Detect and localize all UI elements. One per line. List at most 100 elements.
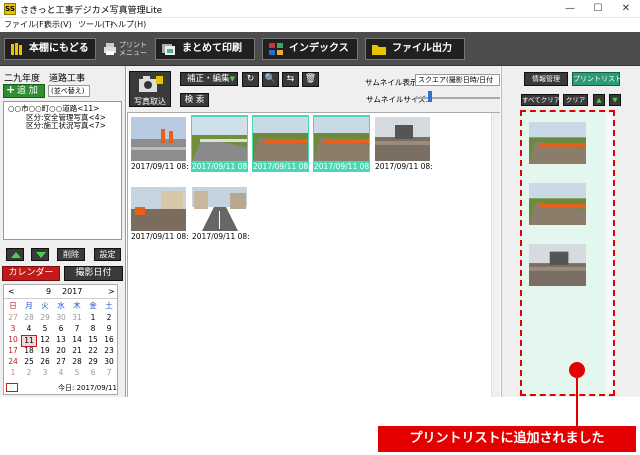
calendar-day[interactable]: 6 <box>53 324 69 334</box>
photo-thumbnail[interactable]: 2017/09/11 08: <box>374 115 433 172</box>
menu-file[interactable]: ファイル(F) <box>4 19 47 30</box>
menu-help[interactable]: ヘルプ(H) <box>110 19 146 30</box>
photo-thumbnail[interactable]: 2017/09/11 08: <box>130 185 189 242</box>
calendar-day[interactable]: 4 <box>21 324 37 334</box>
calendar-day[interactable]: 29 <box>37 313 53 323</box>
photo-thumbnail[interactable]: 2017/09/11 08: <box>191 185 250 242</box>
menu-view[interactable]: 表示(V) <box>44 19 72 30</box>
calendar-day[interactable]: 8 <box>85 324 101 334</box>
calendar-day[interactable]: 18 <box>21 346 37 356</box>
calendar-day[interactable]: 26 <box>37 357 53 367</box>
calendar-day[interactable]: 4 <box>53 368 69 378</box>
calendar-day[interactable]: 7 <box>69 324 85 334</box>
calendar-next-button[interactable]: > <box>108 287 115 296</box>
calendar-day[interactable]: 19 <box>37 346 53 356</box>
calendar-day[interactable]: 25 <box>21 357 37 367</box>
calendar-day[interactable]: 31 <box>69 313 85 323</box>
tree-item-construction[interactable]: 区分:施工状況写真<7> <box>26 122 106 130</box>
move-down-button[interactable] <box>31 248 49 261</box>
rotate-button[interactable]: ↻ <box>242 72 259 87</box>
print-list-item[interactable] <box>529 183 586 225</box>
today-marker[interactable] <box>6 383 18 392</box>
clear-all-button[interactable]: すべてクリア <box>521 94 560 106</box>
photo-thumbnail[interactable]: 2017/09/11 08: <box>313 115 372 172</box>
calendar-day[interactable]: 10 <box>5 335 21 345</box>
arrow-down-icon <box>36 252 46 258</box>
delete-button[interactable]: 削除 <box>57 248 85 261</box>
clear-button[interactable]: クリア <box>563 94 588 106</box>
tree-root[interactable]: ○○市○○町○○道路<11> <box>8 105 99 113</box>
calendar-day[interactable]: 21 <box>69 346 85 356</box>
calendar-day[interactable]: 3 <box>37 368 53 378</box>
print-list-item[interactable] <box>529 122 586 164</box>
printlist-tab[interactable]: プリントリスト <box>572 72 622 86</box>
edit-button[interactable]: 補正・編集 ▼ <box>180 72 238 86</box>
print-list-scrollbar[interactable] <box>606 113 613 393</box>
window-title: さきっと工事デジカメ写真管理Lite <box>20 6 163 16</box>
rotate-icon: ↻ <box>246 74 255 84</box>
swap-button[interactable]: ⇆ <box>282 72 299 87</box>
sort-select[interactable]: (並べ替え) <box>48 85 90 97</box>
minimize-button[interactable]: — <box>556 0 584 18</box>
calendar-prev-button[interactable]: < <box>8 287 15 296</box>
thumbnail-display-select[interactable]: スクエア(撮影日時/日付 <box>415 74 500 86</box>
shooting-date-tab[interactable]: 撮影日付 <box>64 266 123 281</box>
calendar-day[interactable]: 17 <box>5 346 21 356</box>
calendar-day[interactable]: 20 <box>53 346 69 356</box>
batch-print-button[interactable]: まとめて印刷 <box>155 38 255 60</box>
photo-thumbnail[interactable]: 2017/09/11 08: <box>252 115 311 172</box>
file-output-button[interactable]: ファイル出力 <box>365 38 465 60</box>
calendar-day[interactable]: 29 <box>85 357 101 367</box>
edit-label: 補正・編集 <box>187 74 230 84</box>
calendar-day[interactable]: 2 <box>101 313 117 323</box>
calendar-day[interactable]: 14 <box>69 335 85 345</box>
calendar-day[interactable]: 13 <box>53 335 69 345</box>
calendar-day[interactable]: 5 <box>37 324 53 334</box>
trash-button[interactable]: 🗑 <box>302 72 319 87</box>
move-up-button[interactable] <box>6 248 24 261</box>
calendar-tab[interactable]: カレンダー <box>2 266 60 281</box>
calendar-day[interactable]: 22 <box>85 346 101 356</box>
add-button[interactable]: + 追 加 <box>3 84 45 98</box>
calendar-day[interactable]: 3 <box>5 324 21 334</box>
calendar-weekday: 日 <box>9 301 17 310</box>
calendar-day[interactable]: 2 <box>21 368 37 378</box>
search-button[interactable]: 検 索 <box>180 93 209 107</box>
import-photos-button[interactable]: 写真取込 <box>129 71 171 107</box>
info-tab[interactable]: 情報管理 <box>524 72 568 86</box>
calendar-day[interactable]: 24 <box>5 357 21 367</box>
calendar-day[interactable]: 15 <box>85 335 101 345</box>
calendar-day[interactable]: 16 <box>101 335 117 345</box>
back-to-shelf-button[interactable]: 本棚にもどる <box>4 38 96 60</box>
close-button[interactable]: ✕ <box>612 0 640 18</box>
calendar-day[interactable]: 6 <box>85 368 101 378</box>
photo-grid-scrollbar[interactable] <box>491 113 500 397</box>
photo-thumbnail[interactable]: 2017/09/11 08: <box>130 115 189 172</box>
calendar-day[interactable]: 27 <box>5 313 21 323</box>
settings-button[interactable]: 設定 <box>94 248 121 261</box>
calendar-day[interactable]: 30 <box>53 313 69 323</box>
calendar-day[interactable]: 28 <box>21 313 37 323</box>
calendar-day[interactable]: 1 <box>85 313 101 323</box>
print-menu-button[interactable]: プリント メニュー <box>103 40 151 60</box>
trash-icon: 🗑 <box>304 74 317 84</box>
calendar-day[interactable]: 27 <box>53 357 69 367</box>
calendar-day[interactable]: 7 <box>101 368 117 378</box>
maximize-button[interactable]: ☐ <box>584 0 612 18</box>
calendar-day[interactable]: 12 <box>37 335 53 345</box>
calendar-day[interactable]: 28 <box>69 357 85 367</box>
index-button[interactable]: インデックス <box>262 38 358 60</box>
calendar-day[interactable]: 23 <box>101 346 117 356</box>
calendar-day[interactable]: 9 <box>101 324 117 334</box>
folder-icon <box>372 45 386 55</box>
thumbnail-size-handle[interactable] <box>428 91 432 102</box>
photo-thumbnail[interactable]: 2017/09/11 08: <box>191 115 250 172</box>
menu-tools[interactable]: ツール(T) <box>78 19 113 30</box>
calendar-day[interactable]: 30 <box>101 357 117 367</box>
calendar-day[interactable]: 5 <box>69 368 85 378</box>
list-down-button[interactable]: ▼ <box>609 94 621 106</box>
print-list-item[interactable] <box>529 244 586 286</box>
list-up-button[interactable]: ▲ <box>593 94 605 106</box>
calendar-day[interactable]: 1 <box>5 368 21 378</box>
zoom-button[interactable]: 🔍 <box>262 72 279 87</box>
